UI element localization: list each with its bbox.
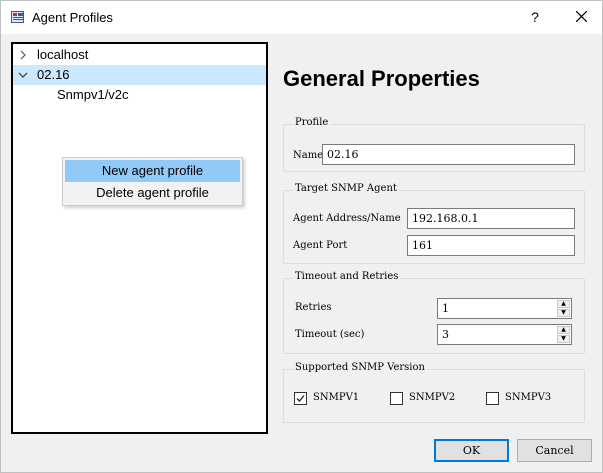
retries-value: 1 (442, 302, 449, 315)
group-title: Timeout and Retries (293, 271, 401, 282)
cancel-button[interactable]: Cancel (517, 439, 592, 462)
chevron-right-icon[interactable] (20, 50, 28, 60)
tree-item-label: 02.16 (37, 67, 70, 82)
name-field[interactable]: 02.16 (322, 144, 575, 165)
checkbox-label: SNMPV1 (313, 392, 360, 403)
checkbox-box[interactable] (486, 392, 499, 405)
agent-address-label: Agent Address/Name (293, 213, 401, 224)
profile-group: Profile Name 02.16 (283, 117, 585, 172)
checkmark-icon (296, 395, 305, 402)
agent-port-label: Agent Port (293, 240, 348, 251)
profile-tree[interactable]: localhost 02.16 Snmpv1/v2c (11, 42, 268, 434)
retries-label: Retries (295, 302, 332, 313)
spin-down-icon[interactable]: ▼ (557, 335, 570, 343)
timeout-label: Timeout (sec) (295, 329, 365, 340)
spin-up-icon[interactable]: ▲ (557, 326, 570, 334)
menu-item-delete-agent-profile[interactable]: Delete agent profile (65, 182, 240, 204)
retries-stepper[interactable]: 1 ▲ ▼ (437, 298, 572, 319)
timeout-retries-group: Timeout and Retries Retries 1 ▲ ▼ Timeou… (283, 271, 585, 354)
group-title: Profile (293, 117, 331, 128)
context-menu: New agent profile Delete agent profile (62, 157, 243, 206)
title-bar: Agent Profiles ? (1, 1, 602, 34)
chevron-down-icon[interactable] (18, 72, 28, 80)
spin-down-icon[interactable]: ▼ (557, 309, 570, 317)
tree-item-snmpv1v2c[interactable]: Snmpv1/v2c (13, 85, 266, 105)
spin-up-icon[interactable]: ▲ (557, 300, 570, 308)
group-title: Supported SNMP Version (293, 362, 427, 373)
timeout-stepper[interactable]: 3 ▲ ▼ (437, 324, 572, 345)
tree-item-localhost[interactable]: localhost (13, 45, 266, 65)
checkbox-snmpv3[interactable]: SNMPV3 (486, 391, 566, 407)
checkbox-snmpv2[interactable]: SNMPV2 (390, 391, 470, 407)
app-icon (11, 11, 24, 23)
checkbox-label: SNMPV3 (505, 392, 552, 403)
menu-item-new-agent-profile[interactable]: New agent profile (65, 160, 240, 182)
ok-button[interactable]: OK (434, 439, 509, 462)
checkbox-label: SNMPV2 (409, 392, 456, 403)
name-label: Name (293, 150, 324, 161)
tree-item-0216[interactable]: 02.16 (13, 65, 266, 85)
checkbox-snmpv1[interactable]: SNMPV1 (294, 391, 374, 407)
close-button[interactable] (566, 6, 596, 28)
tree-item-label: Snmpv1/v2c (57, 87, 129, 102)
agent-port-field[interactable]: 161 (407, 235, 575, 256)
tree-item-label: localhost (37, 47, 89, 62)
checkbox-box[interactable] (294, 392, 307, 405)
agent-profiles-window: Agent Profiles ? localhost 02.16 Snmpv1/… (0, 0, 603, 473)
close-icon (575, 10, 587, 23)
checkbox-box[interactable] (390, 392, 403, 405)
help-button[interactable]: ? (520, 6, 550, 28)
snmp-version-group: Supported SNMP Version SNMPV1 SNMPV2 SNM… (283, 362, 585, 423)
group-title: Target SNMP Agent (293, 183, 399, 194)
target-agent-group: Target SNMP Agent Agent Address/Name 192… (283, 183, 585, 264)
page-title: General Properties (283, 66, 480, 91)
window-title: Agent Profiles (32, 10, 113, 25)
timeout-value: 3 (442, 328, 449, 341)
agent-address-field[interactable]: 192.168.0.1 (407, 208, 575, 229)
